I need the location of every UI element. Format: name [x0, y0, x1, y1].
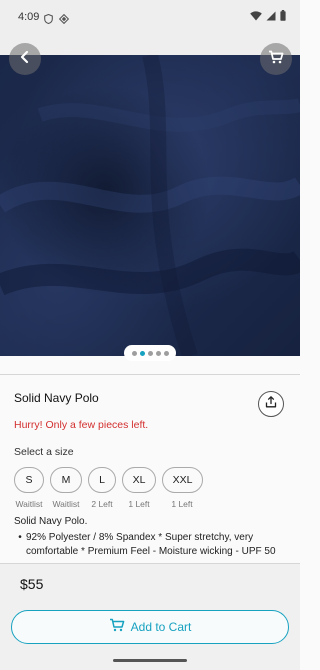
- status-left-icons: [44, 11, 70, 29]
- arrow-left-icon: [18, 50, 32, 69]
- home-indicator[interactable]: [113, 659, 187, 662]
- wifi-icon: [250, 10, 262, 21]
- purchase-bar: $55 Add to Cart: [0, 563, 300, 670]
- size-availability: 2 Left: [91, 499, 113, 509]
- bullet-mark: •: [18, 532, 22, 543]
- size-option-l[interactable]: L: [88, 467, 116, 493]
- size-label: XXL: [172, 474, 193, 486]
- size-label: XL: [132, 474, 146, 486]
- add-to-cart-label: Add to Cart: [130, 620, 192, 634]
- size-label: M: [61, 474, 71, 486]
- signal-icon: [266, 11, 276, 21]
- product-image-gallery[interactable]: [0, 36, 300, 356]
- pager-dot[interactable]: [163, 350, 169, 356]
- status-right-icons: [250, 10, 286, 21]
- shield-icon: [44, 11, 53, 29]
- share-button[interactable]: [258, 391, 284, 417]
- battery-icon: [280, 10, 286, 21]
- size-option-xxl[interactable]: XXL: [162, 467, 203, 493]
- size-label: S: [25, 474, 33, 486]
- price: $55: [20, 576, 44, 592]
- back-button[interactable]: [9, 43, 41, 75]
- size-heading: Select a size: [14, 446, 74, 458]
- divider: [0, 374, 300, 375]
- add-to-cart-button[interactable]: Add to Cart: [11, 610, 289, 644]
- status-time: 4:09: [18, 11, 40, 23]
- size-availability: Waitlist: [15, 499, 43, 509]
- description-bullet: • 92% Polyester / 8% Spandex * Super str…: [14, 531, 286, 559]
- cart-icon: [268, 50, 284, 69]
- product-image: [0, 55, 300, 356]
- stock-alert: Hurry! Only a few pieces left.: [14, 419, 149, 431]
- size-availability: 1 Left: [171, 499, 193, 509]
- size-availability: 1 Left: [128, 499, 150, 509]
- description-title: Solid Navy Polo.: [14, 516, 88, 527]
- size-option-m[interactable]: M: [50, 467, 82, 493]
- size-option-xl[interactable]: XL: [122, 467, 156, 493]
- product-title: Solid Navy Polo: [14, 391, 99, 405]
- cart-icon: [109, 618, 125, 637]
- pager-dot[interactable]: [155, 350, 161, 356]
- status-bar: 4:09: [0, 0, 300, 36]
- size-option-s[interactable]: S: [14, 467, 44, 493]
- size-availability: Waitlist: [52, 499, 80, 509]
- description-text: 92% Polyester / 8% Spandex * Super stret…: [26, 532, 276, 557]
- image-pager: [124, 345, 176, 361]
- cart-button[interactable]: [260, 43, 292, 75]
- share-icon: [265, 395, 277, 413]
- size-label: L: [99, 474, 105, 486]
- pager-dot[interactable]: [131, 350, 137, 356]
- diamond-icon: [58, 11, 70, 29]
- pager-dot[interactable]: [147, 350, 153, 356]
- pager-dot-active[interactable]: [139, 350, 145, 356]
